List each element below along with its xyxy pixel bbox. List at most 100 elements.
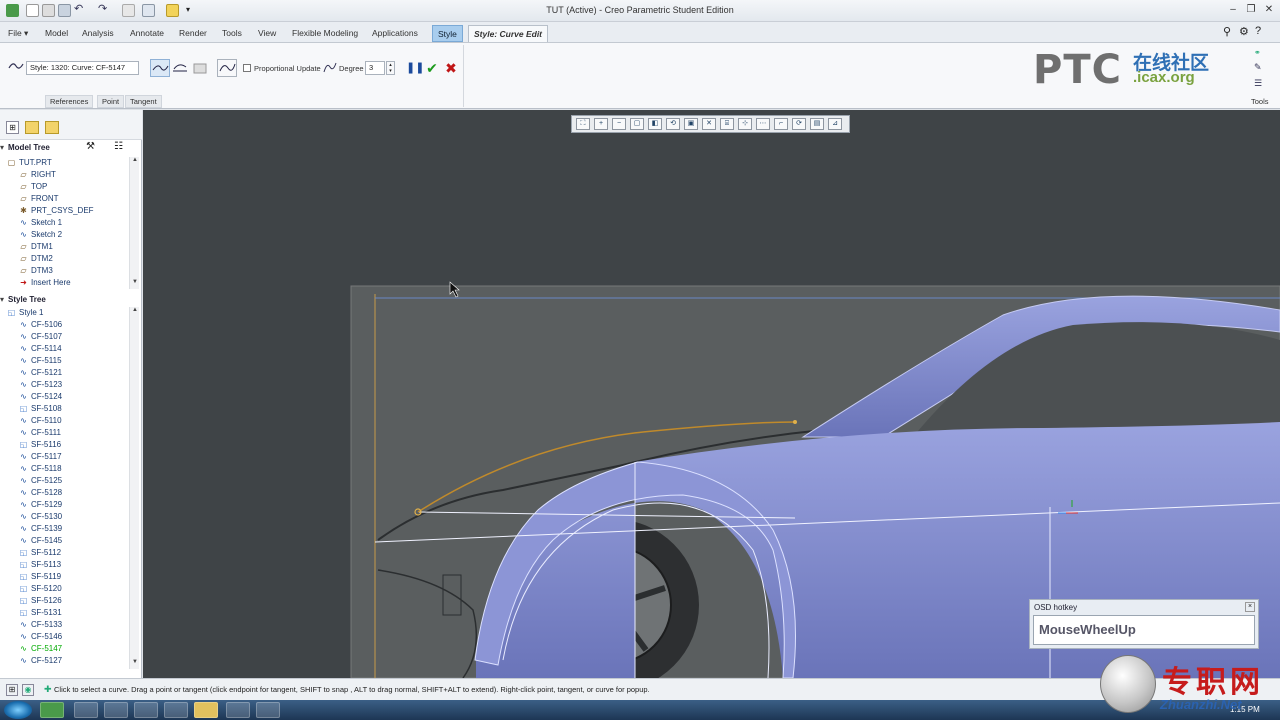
tree-settings-icon[interactable]: ⚒	[86, 141, 95, 152]
minimize-button[interactable]: –	[1226, 4, 1240, 17]
section-references[interactable]: References	[45, 95, 94, 108]
refit-icon[interactable]: ⛶	[576, 118, 590, 130]
curve-endpoint-handle[interactable]	[793, 420, 797, 424]
planar-curve-button[interactable]	[170, 59, 190, 77]
tab-flexible-modeling[interactable]: Flexible Modeling	[287, 25, 363, 42]
tree-item-front[interactable]: ▱ FRONT	[18, 193, 58, 205]
style-tree-item[interactable]: ∿ CF-5118	[18, 463, 61, 475]
tree-item-dtm2[interactable]: ▱ DTM2	[18, 253, 52, 265]
tree-item-right[interactable]: ▱ RIGHT	[18, 169, 55, 181]
style-tree-item[interactable]: ∿ CF-5124	[18, 391, 62, 403]
tab-style[interactable]: Style	[432, 25, 463, 42]
style-tree-item[interactable]: ◱ SF-5116	[18, 439, 61, 451]
axis-display-icon[interactable]: ⊹	[738, 118, 752, 130]
style-tree-item[interactable]: ∿ CF-5146	[18, 631, 62, 643]
close-button[interactable]: ✕	[1262, 4, 1276, 17]
model-tree-scrollbar[interactable]: ▲ ▼	[129, 157, 139, 289]
tab-analysis[interactable]: Analysis	[77, 25, 119, 42]
style-tree-item[interactable]: ◱ SF-5131	[18, 607, 62, 619]
style-tree-item[interactable]: ∿ CF-5111	[18, 427, 61, 439]
tree-item-sketch1[interactable]: ∿ Sketch 1	[18, 217, 62, 229]
graphics-viewport[interactable]: ⛶ + − ▢ ◧ ⟲ ▣ ✕ ⌸ ⊹ ⋯ ⌐ ⟳ ▤ ⊿	[143, 110, 1280, 678]
scroll-down-icon[interactable]: ▼	[130, 659, 140, 669]
style-tree-item[interactable]: ∿ CF-5133	[18, 619, 62, 631]
scroll-up-icon[interactable]: ▲	[130, 157, 140, 167]
tree-filter-icon[interactable]: ☷	[114, 141, 123, 152]
perspective-icon[interactable]: ⊿	[828, 118, 842, 130]
section-point[interactable]: Point	[97, 95, 125, 108]
style-tree-item[interactable]: ∿ CF-5123	[18, 379, 62, 391]
view-manager-icon[interactable]: ▣	[684, 118, 698, 130]
style-tree-item[interactable]: ∿ CF-5128	[18, 487, 62, 499]
taskbar-app-5[interactable]	[226, 702, 250, 718]
style-tree-item[interactable]: ◱ SF-5119	[18, 571, 61, 583]
taskbar-app-1[interactable]	[74, 702, 98, 718]
tools-group-icon-3[interactable]: ☰	[1254, 78, 1266, 88]
annotation-display-icon[interactable]: ▤	[810, 118, 824, 130]
style-tree-item[interactable]: ◱ SF-5120	[18, 583, 62, 595]
style-tree-root[interactable]: ◱ Style 1	[6, 307, 44, 319]
taskbar-app-chrome[interactable]	[104, 702, 128, 718]
style-tree-header[interactable]: Style Tree	[0, 293, 142, 307]
tree-item-sketch2[interactable]: ∿ Sketch 2	[18, 229, 62, 241]
tab-render[interactable]: Render	[174, 25, 212, 42]
model-tree-tab-icon[interactable]: ⊞	[6, 121, 19, 134]
tab-view[interactable]: View	[253, 25, 281, 42]
model-scene[interactable]	[143, 110, 1280, 678]
style-tree-item[interactable]: ∿ CF-5115	[18, 355, 61, 367]
datum-display-icon[interactable]: ✕	[702, 118, 716, 130]
style-tree-item[interactable]: ∿ CF-5114	[18, 343, 61, 355]
tab-model[interactable]: Model	[40, 25, 73, 42]
style-tree-item[interactable]: ∿ CF-5127	[18, 655, 62, 667]
tree-item-csys[interactable]: ✱ PRT_CSYS_DEF	[18, 205, 93, 217]
style-tree-item[interactable]: ∿ CF-5129	[18, 499, 62, 511]
search-icon[interactable]: ⚲	[1223, 25, 1231, 38]
repaint-icon[interactable]: ▢	[630, 118, 644, 130]
status-toggle-navigator-icon[interactable]: ⊞	[6, 684, 18, 696]
style-curve-field[interactable]: Style: 1320: Curve: CF-5147	[26, 61, 139, 75]
tree-item-dtm3[interactable]: ▱ DTM3	[18, 265, 52, 277]
style-tree-item[interactable]: ∿ CF-5107	[18, 331, 62, 343]
style-tree-item[interactable]: ∿ CF-5117	[18, 451, 61, 463]
zoom-in-icon[interactable]: +	[594, 118, 608, 130]
scroll-up-icon[interactable]: ▲	[130, 307, 140, 317]
section-tangent[interactable]: Tangent	[125, 95, 162, 108]
free-curve-button[interactable]	[150, 59, 170, 77]
style-tree-item[interactable]: ◱ SF-5126	[18, 595, 62, 607]
style-tree-item[interactable]: ◱ SF-5108	[18, 403, 62, 415]
tree-item-dtm1[interactable]: ▱ DTM1	[18, 241, 52, 253]
plane-display-icon[interactable]: ⌸	[720, 118, 734, 130]
tree-item-insert-here[interactable]: ➜ Insert Here	[18, 277, 70, 289]
point-display-icon[interactable]: ⋯	[756, 118, 770, 130]
display-style-icon[interactable]: ◧	[648, 118, 662, 130]
tab-style-curve-edit[interactable]: Style: Curve Edit	[468, 25, 549, 42]
cancel-button[interactable]: ✖	[441, 59, 461, 77]
tab-applications[interactable]: Applications	[367, 25, 423, 42]
taskbar-app-4[interactable]	[164, 702, 188, 718]
style-tree-item[interactable]: ∿ CF-5121	[18, 367, 62, 379]
taskbar-app-3[interactable]	[134, 702, 158, 718]
help-icon[interactable]: ?	[1255, 25, 1261, 37]
osd-close-icon[interactable]: ×	[1245, 602, 1255, 612]
tree-item-tut-prt[interactable]: ▢ TUT.PRT	[6, 157, 52, 169]
degree-input[interactable]: 3	[365, 61, 385, 75]
style-tree-item[interactable]: ∿ CF-5130	[18, 511, 62, 523]
status-browser-icon[interactable]: ◉	[22, 684, 34, 696]
style-tree-item[interactable]: ∿ CF-5106	[18, 319, 62, 331]
tab-file[interactable]: File ▾	[3, 25, 33, 42]
spin-center-icon[interactable]: ⟳	[792, 118, 806, 130]
style-tree-item[interactable]: ◱ SF-5113	[18, 559, 61, 571]
style-tree-item[interactable]: ∿ CF-5139	[18, 523, 62, 535]
style-tree-scrollbar[interactable]: ▲ ▼	[129, 307, 139, 669]
scroll-down-icon[interactable]: ▼	[130, 279, 140, 289]
favorites-icon[interactable]	[45, 121, 59, 134]
degree-stepper[interactable]: ▴ ▾	[386, 61, 395, 75]
tools-group-icon-1[interactable]: ⚭	[1254, 48, 1266, 57]
tab-annotate[interactable]: Annotate	[125, 25, 169, 42]
proportional-update-checkbox[interactable]	[243, 64, 251, 72]
control-polygon-button[interactable]	[217, 59, 237, 77]
taskbar-app-creo[interactable]	[40, 702, 64, 718]
style-tree-item[interactable]: ◱ SF-5112	[18, 547, 61, 559]
ok-button[interactable]: ✔	[422, 59, 442, 77]
style-tree-item[interactable]: ∿ CF-5125	[18, 475, 62, 487]
